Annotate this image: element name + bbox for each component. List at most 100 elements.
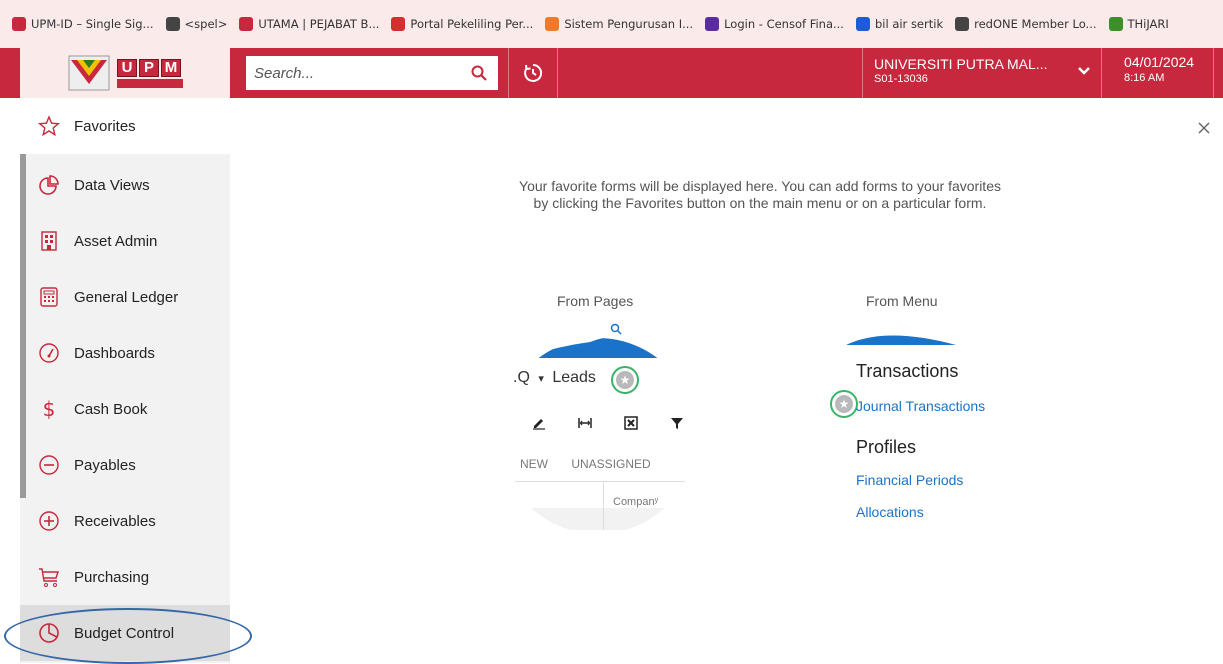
from-menu-header-shape [846,335,956,345]
current-time: 8:16 AM [1124,72,1165,84]
bookmark-label: UTAMA | PEJABAT B... [258,17,380,31]
sidebar-item-label: Asset Admin [74,232,158,250]
from-pages-title: From Pages [557,293,634,309]
sidebar-item-label: Favorites [74,117,136,135]
bookmark-label: <spel> [184,17,228,31]
logo-subtitle-bar [117,78,183,88]
grid-preview: Companʸ [515,481,685,530]
grid-column-header: Companʸ [613,496,659,508]
menu-link-financial-periods[interactable]: Financial Periods [856,472,963,488]
search-input[interactable] [254,64,464,82]
company-selector[interactable]: UNIVERSITI PUTRA MAL... S01-13036 [862,48,1102,98]
sidebar-item-label: Purchasing [74,568,150,586]
pie-chart-icon [38,174,60,196]
search-icon[interactable] [470,64,488,82]
sidebar-item-label: Payables [74,456,136,474]
filter-icon[interactable] [654,412,700,434]
favorites-empty-message: Your favorite forms will be displayed he… [420,178,1100,212]
screen-title: Leads [552,369,596,386]
fit-width-icon[interactable] [562,412,608,434]
menu-section-profiles: Profiles [856,437,917,457]
company-name: UNIVERSITI PUTRA MAL... [874,56,1048,72]
bookmark-label: bil air sertik [874,17,944,31]
sidebar-item-asset-admin[interactable]: Asset Admin [20,213,230,269]
message-line-2: by clicking the Favorites button on the … [533,195,987,211]
svg-text:$: $ [43,398,56,420]
star-icon [38,115,60,137]
thijari-icon [1108,17,1123,31]
logo-letter-m: M [161,58,181,77]
bookmark-label: THiJARI [1127,17,1169,31]
bookmark-item[interactable]: UTAMA | PEJABAT B... [235,0,387,48]
bookmark-label: Portal Pekeliling Per... [410,17,534,31]
sidebar-item-purchasing[interactable]: Purchasing [20,549,230,605]
upm-shield-icon [68,55,110,91]
globe-icon [165,17,180,31]
bookmark-item[interactable]: redONE Member Lo... [951,0,1104,48]
bookmark-label: redONE Member Lo... [974,17,1097,31]
favorite-star-toggle[interactable]: ★ [611,366,639,394]
bookmark-item[interactable]: <spel> [162,0,236,48]
menu-section-transactions: Transactions [856,361,959,381]
tab-unassigned[interactable]: UNASSIGNED [571,457,650,471]
star-icon: ★ [835,395,853,413]
cart-icon [38,566,60,588]
logo-letter-p: P [139,58,159,77]
bookmark-item[interactable]: Login - Censof Fina... [701,0,852,48]
logo-letter-u: U [117,58,137,77]
history-button[interactable] [508,48,558,98]
sidebar-item-payables[interactable]: Payables [20,437,230,493]
sidebar-item-receivables[interactable]: Receivables [20,493,230,549]
favorite-star-toggle-menu[interactable]: ★ [830,390,858,418]
gauge-icon [38,342,60,364]
history-icon [524,63,543,82]
app-header: U P M UNIVERSITI PUTRA MAL... S01-13036 … [0,48,1223,98]
sidebar-item-label: Cash Book [74,400,148,418]
minus-circle-icon [38,454,60,476]
sidebar-item-label: Data Views [74,176,150,194]
b-icon [391,17,406,31]
caret-down-icon: ▾ [538,373,544,385]
bookmark-item[interactable]: THiJARI [1105,0,1177,48]
bookmark-item[interactable]: Portal Pekeliling Per... [387,0,541,48]
star-icon: ★ [616,371,634,389]
edit-icon[interactable] [516,412,562,434]
screen-tabs: NEW UNASSIGNED [520,457,671,471]
upm-id-icon [12,17,26,31]
censof-icon [705,17,720,31]
bookmark-item[interactable]: Sistem Pengurusan I... [541,0,701,48]
breadcrumb: .Q [513,369,530,386]
plus-circle-icon [38,510,60,532]
menu-link-allocations[interactable]: Allocations [856,504,924,520]
search-box[interactable] [246,56,498,90]
menu-link-journal-transactions[interactable]: Journal Transactions [856,398,985,414]
bookmark-label: Login - Censof Fina... [724,17,844,31]
sidebar-item-general-ledger[interactable]: General Ledger [20,269,230,325]
calculator-icon [38,286,60,308]
sidebar-item-data-views[interactable]: Data Views [20,157,230,213]
bookmark-label: Sistem Pengurusan I... [564,17,694,31]
bookmark-item[interactable]: UPM-ID – Single Sig... [8,0,162,48]
chevron-down-icon [1078,67,1090,75]
header-divider [1213,48,1214,98]
xampp-icon [545,17,560,31]
sidebar-item-label: Receivables [74,512,156,530]
leads-screen-title: .Q ▾ Leads [513,369,596,387]
message-line-1: Your favorite forms will be displayed he… [519,178,1001,194]
toolbar [516,412,700,434]
sidebar-item-label: General Ledger [74,288,179,306]
sidebar-item-dashboards[interactable]: Dashboards [20,325,230,381]
building-icon [38,230,60,252]
dollar-icon: $ [38,398,60,420]
upm-logo[interactable]: U P M [20,48,230,98]
sidebar-item-favorites[interactable]: Favorites [20,98,230,154]
grid-column-divider [603,482,604,530]
close-icon[interactable] [1196,120,1212,136]
date-time-selector[interactable]: 04/01/2024 8:16 AM [1112,48,1212,98]
tab-new[interactable]: NEW [520,457,548,471]
bookmark-item[interactable]: bil air sertik [852,0,951,48]
export-excel-icon[interactable] [608,412,654,434]
from-menu-title: From Menu [866,293,938,309]
sidebar-item-cash-book[interactable]: $ Cash Book [20,381,230,437]
ui-icon [855,17,870,31]
